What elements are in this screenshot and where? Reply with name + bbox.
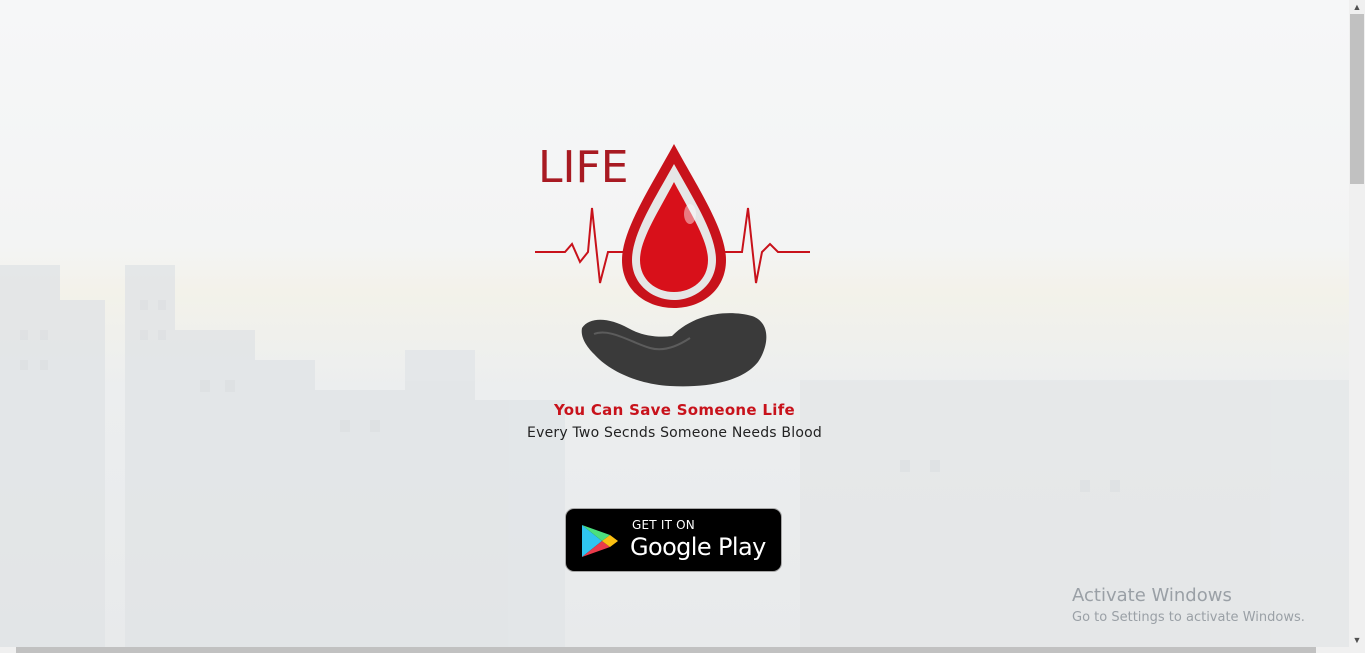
google-play-icon bbox=[582, 525, 618, 557]
life-logo: LIFE bbox=[535, 142, 810, 387]
headline: You Can Save Someone Life bbox=[553, 401, 795, 419]
hand-icon bbox=[581, 313, 767, 387]
watermark-title: Activate Windows bbox=[1072, 585, 1232, 606]
google-play-button[interactable]: GET IT ON Google Play bbox=[565, 508, 782, 572]
horizontal-scroll-thumb[interactable] bbox=[16, 647, 1316, 653]
subline: Every Two Secnds Someone Needs Blood bbox=[527, 425, 822, 441]
logo-text: LIFE bbox=[538, 142, 629, 193]
horizontal-scrollbar[interactable] bbox=[0, 647, 1365, 653]
badge-big-text: Google Play bbox=[630, 533, 766, 561]
scroll-up-arrow-icon[interactable]: ▲ bbox=[1349, 0, 1365, 14]
watermark-subtitle: Go to Settings to activate Windows. bbox=[1072, 610, 1305, 625]
badge-small-text: GET IT ON bbox=[632, 518, 695, 532]
vertical-scroll-thumb[interactable] bbox=[1350, 14, 1364, 184]
vertical-scrollbar[interactable]: ▲ ▼ bbox=[1349, 0, 1365, 647]
scroll-down-arrow-icon[interactable]: ▼ bbox=[1349, 633, 1365, 647]
